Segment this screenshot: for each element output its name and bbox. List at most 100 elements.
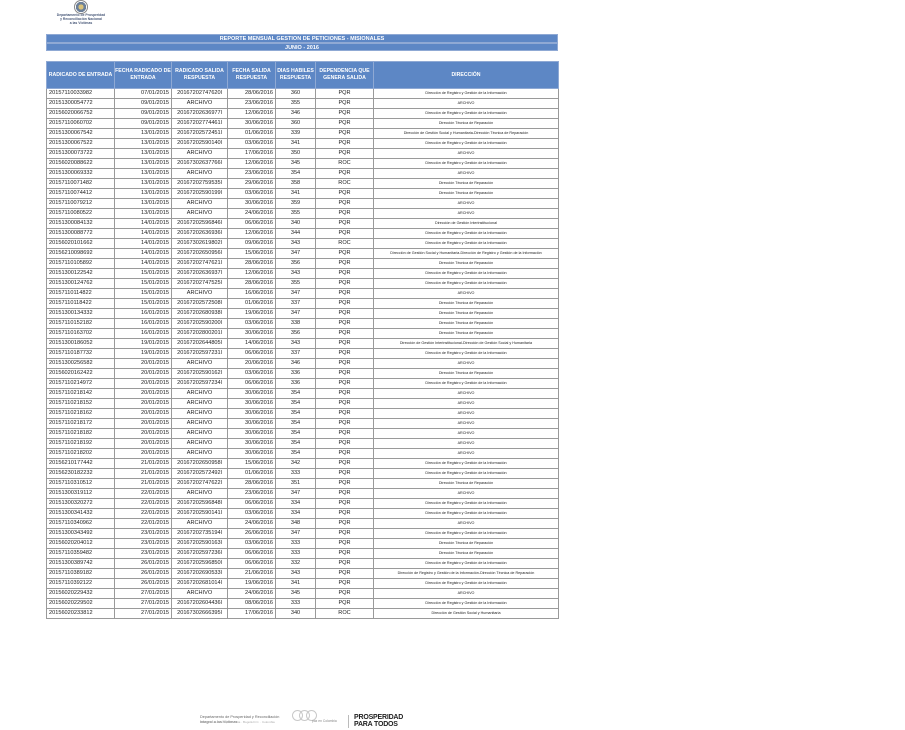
- col-header-fecha-entrada: FECHA RADICADO DE ENTRADA: [114, 61, 172, 89]
- cell-radicado-salida: 20167202680938l: [171, 308, 228, 319]
- table-row: 20151300124762 15/01/2015 20167202747525l 2…: [46, 278, 559, 289]
- cell-dependencia: PQR: [315, 198, 374, 209]
- cell-dias-habiles: 336: [275, 378, 316, 389]
- cell-direccion: Dirección de Registro y Gestión de la In…: [373, 268, 559, 279]
- cell-radicado-entrada: 20151300186052: [46, 338, 115, 349]
- cell-direccion: Dirección de Gestión Social y Humanitari…: [373, 608, 559, 619]
- cell-dependencia: PQR: [315, 138, 374, 149]
- cell-dias-habiles: 343: [275, 338, 316, 349]
- cell-fecha-salida: 12/06/2016: [227, 108, 276, 119]
- cell-radicado-entrada: 20156020229432: [46, 588, 115, 599]
- cell-radicado-salida: 20167202650958l: [171, 458, 228, 469]
- cell-radicado-entrada: 20156020101662: [46, 238, 115, 249]
- cell-radicado-entrada: 20157110218162: [46, 408, 115, 419]
- cell-fecha-salida: 03/06/2016: [227, 368, 276, 379]
- cell-radicado-entrada: 20151300389742: [46, 558, 115, 569]
- table-row: 20157110340962 22/01/2015 ARCHIVO 24/06/201…: [46, 518, 559, 529]
- cell-fecha-entrada: 13/01/2015: [114, 178, 172, 189]
- cell-dependencia: PQR: [315, 368, 374, 379]
- cell-radicado-salida: 20167202597236l: [171, 548, 228, 559]
- cell-dias-habiles: 337: [275, 298, 316, 309]
- table-row: 20156210098692 14/01/2015 20167202650956l 1…: [46, 248, 559, 259]
- cell-radicado-salida: 20167202735194l: [171, 528, 228, 539]
- cell-fecha-salida: 30/06/2016: [227, 388, 276, 399]
- cell-radicado-entrada: 20157110218192: [46, 438, 115, 449]
- table-row: 20156020101662 14/01/2015 20167302619802l 0…: [46, 238, 559, 249]
- cell-dias-habiles: 360: [275, 88, 316, 99]
- cell-radicado-salida: 20167202774461l: [171, 118, 228, 129]
- table-row: 20157110218152 20/01/2015 ARCHIVO 30/06/201…: [46, 398, 559, 409]
- cell-radicado-entrada: 20157110080522: [46, 208, 115, 219]
- cell-dias-habiles: 340: [275, 218, 316, 229]
- cell-radicado-salida: 20167202590140l: [171, 138, 228, 149]
- cell-fecha-entrada: 26/01/2015: [114, 568, 172, 579]
- cell-fecha-salida: 21/06/2016: [227, 568, 276, 579]
- cell-direccion: ARCHIVO: [373, 438, 559, 449]
- cell-fecha-entrada: 27/01/2015: [114, 588, 172, 599]
- cell-direccion: Dirección de Registro y Gestión de la In…: [373, 348, 559, 359]
- report-period: JUNIO - 2016: [46, 43, 558, 51]
- table-row: 20156020088622 13/01/2015 20167302637766l 1…: [46, 158, 559, 169]
- cell-dependencia: ROC: [315, 608, 374, 619]
- cell-fecha-entrada: 15/01/2015: [114, 288, 172, 299]
- table-row: 20151300088772 14/01/2015 20167202636936l 1…: [46, 228, 559, 239]
- cell-dias-habiles: 354: [275, 418, 316, 429]
- cell-radicado-salida: 20167302666395l: [171, 608, 228, 619]
- table-row: 20151300067522 13/01/2015 20167202590140l 0…: [46, 138, 559, 149]
- cell-fecha-salida: 06/06/2016: [227, 348, 276, 359]
- table-row: 20157110218182 20/01/2015 ARCHIVO 30/06/201…: [46, 428, 559, 439]
- cell-dias-habiles: 354: [275, 408, 316, 419]
- cell-dias-habiles: 356: [275, 258, 316, 269]
- cell-direccion: ARCHIVO: [373, 488, 559, 499]
- cell-radicado-entrada: 20157110359482: [46, 548, 115, 559]
- cell-radicado-entrada: 20151300341432: [46, 508, 115, 519]
- table-row: 20157110310512 21/01/2015 20167202747622l 2…: [46, 478, 559, 489]
- cell-radicado-salida: 20167302619802l: [171, 238, 228, 249]
- cell-dependencia: PQR: [315, 328, 374, 339]
- cell-direccion: Dirección de Registro y Gestión de la In…: [373, 598, 559, 609]
- cell-radicado-salida: ARCHIVO: [171, 518, 228, 529]
- cell-fecha-entrada: 13/01/2015: [114, 138, 172, 149]
- cell-dependencia: PQR: [315, 228, 374, 239]
- cell-radicado-salida: ARCHIVO: [171, 198, 228, 209]
- cell-fecha-salida: 26/06/2016: [227, 528, 276, 539]
- table-row: 20156020162422 20/01/2015 20167202590162l 0…: [46, 368, 559, 379]
- cell-radicado-entrada: 20157110218172: [46, 418, 115, 429]
- cell-direccion: ARCHIVO: [373, 288, 559, 299]
- cell-fecha-entrada: 22/01/2015: [114, 498, 172, 509]
- cell-radicado-entrada: 20156020204012: [46, 538, 115, 549]
- cell-direccion: Dirección Técnica de Reparación: [373, 178, 559, 189]
- cell-dias-habiles: 354: [275, 168, 316, 179]
- cell-dias-habiles: 345: [275, 158, 316, 169]
- cell-dependencia: PQR: [315, 478, 374, 489]
- cell-fecha-salida: 30/06/2016: [227, 408, 276, 419]
- table-row: 20151300343492 23/01/2015 20167202735194l 2…: [46, 528, 559, 539]
- cell-direccion: ARCHIVO: [373, 428, 559, 439]
- cell-fecha-entrada: 13/01/2015: [114, 188, 172, 199]
- cell-radicado-entrada: 20151300122542: [46, 268, 115, 279]
- cell-radicado-entrada: 20157110218152: [46, 398, 115, 409]
- cell-dias-habiles: 333: [275, 548, 316, 559]
- cell-dependencia: PQR: [315, 298, 374, 309]
- cell-fecha-entrada: 22/01/2015: [114, 518, 172, 529]
- cell-radicado-salida: 20167202747525l: [171, 278, 228, 289]
- brand-logo: PROSPERIDAD PARA TODOS: [354, 714, 404, 728]
- table-row: 20157110392122 26/01/2015 20167202681014l 1…: [46, 578, 559, 589]
- cell-dependencia: PQR: [315, 538, 374, 549]
- cell-radicado-entrada: 20157110163702: [46, 328, 115, 339]
- cell-dias-habiles: 343: [275, 568, 316, 579]
- table-row: 20157110060702 09/01/2015 20167202774461l 3…: [46, 118, 559, 129]
- cell-dependencia: PQR: [315, 418, 374, 429]
- cell-direccion: Dirección Técnica de Reparación: [373, 328, 559, 339]
- table-row: 20151300084132 14/01/2015 20167202596846l 0…: [46, 218, 559, 229]
- page-footer: Departamento de Prosperidad y Reconcilia…: [200, 710, 420, 730]
- cell-fecha-entrada: 09/01/2015: [114, 98, 172, 109]
- cell-radicado-entrada: 20156020233812: [46, 608, 115, 619]
- cell-direccion: Dirección Técnica de Reparación: [373, 308, 559, 319]
- cell-direccion: ARCHIVO: [373, 408, 559, 419]
- cell-dias-habiles: 346: [275, 358, 316, 369]
- table-row: 20156020233812 27/01/2015 20167302666395l 1…: [46, 608, 559, 619]
- cell-radicado-salida: 20167202800201l: [171, 328, 228, 339]
- cell-fecha-salida: 24/06/2016: [227, 588, 276, 599]
- cell-dependencia: PQR: [315, 108, 374, 119]
